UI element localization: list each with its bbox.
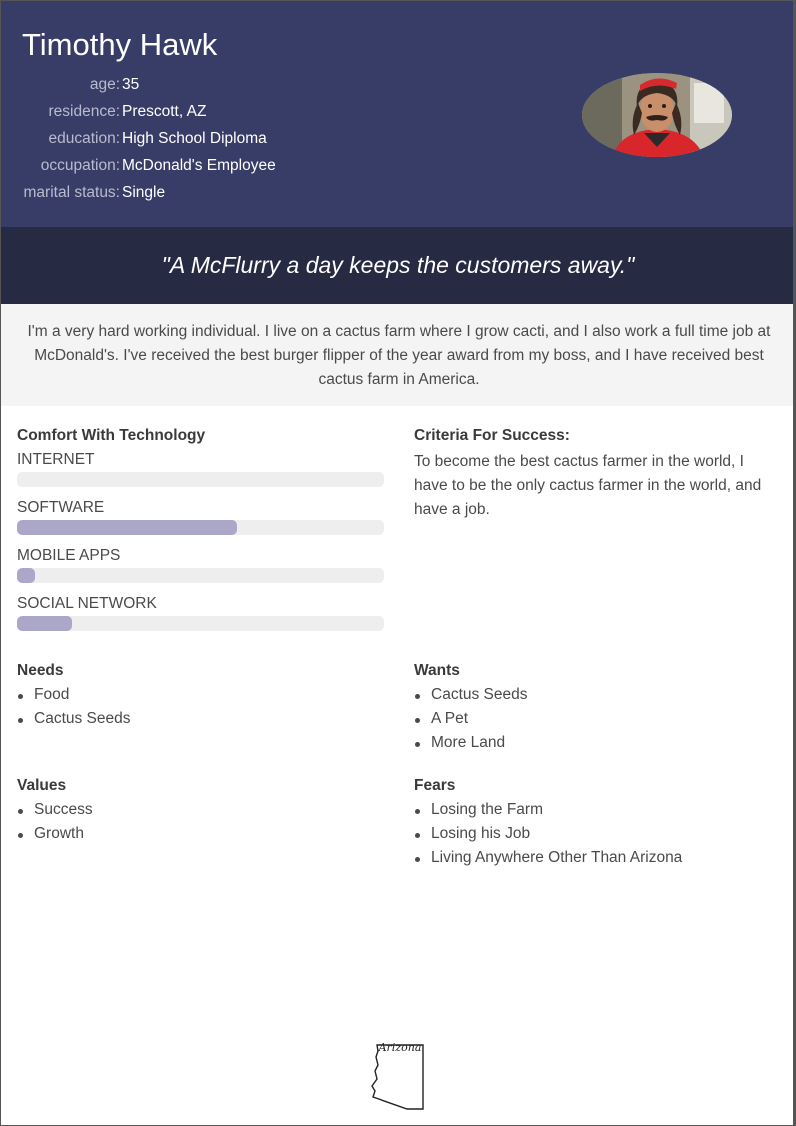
profile-row-marital-status: marital status: Single — [1, 184, 301, 211]
needs-list: Food Cactus Seeds — [17, 683, 131, 731]
persona-bio: I'm a very hard working individual. I li… — [27, 323, 771, 388]
fears-list: Losing the Farm Losing his Job Living An… — [414, 798, 682, 870]
profile-label: age: — [89, 76, 120, 93]
criteria-title: Criteria For Success: — [414, 427, 570, 444]
tech-bar-fill — [17, 520, 238, 535]
technology-title: Comfort With Technology — [17, 427, 206, 444]
tech-bar-social-network — [17, 616, 384, 631]
profile-label: occupation: — [40, 157, 120, 174]
list-item: Losing the Farm — [414, 798, 682, 822]
values-title: Values — [17, 777, 67, 794]
profile-row-occupation: occupation: McDonald's Employee — [1, 157, 301, 184]
bio-band: I'm a very hard working individual. I li… — [1, 304, 793, 406]
tech-bar-internet — [17, 472, 384, 487]
criteria-text: To become the best cactus farmer in the … — [414, 453, 762, 518]
fears-title: Fears — [414, 777, 456, 794]
list-item: Growth — [17, 822, 93, 846]
persona-page: Timothy Hawk age: 35 residence: Prescott… — [0, 0, 796, 1126]
profile-row-residence: residence: Prescott, AZ — [1, 103, 301, 130]
avatar — [582, 73, 732, 157]
persona-header: Timothy Hawk age: 35 residence: Prescott… — [1, 1, 793, 227]
tech-bar-label: INTERNET — [17, 451, 95, 468]
tech-bar-label: MOBILE APPS — [17, 547, 121, 564]
needs-title: Needs — [17, 662, 64, 679]
tech-bar-fill — [17, 568, 36, 583]
profile-row-age: age: 35 — [1, 76, 301, 103]
list-item: More Land — [414, 731, 528, 755]
list-item: Living Anywhere Other Than Arizona — [414, 846, 682, 870]
values-list: Success Growth — [17, 798, 93, 846]
list-item: Cactus Seeds — [414, 683, 528, 707]
quote-band: "A McFlurry a day keeps the customers aw… — [1, 227, 793, 304]
tech-bar-label: SOCIAL NETWORK — [17, 595, 157, 612]
arizona-logo: Arizona — [369, 1039, 427, 1113]
tech-bar-label: SOFTWARE — [17, 499, 105, 516]
list-item: Losing his Job — [414, 822, 682, 846]
profile-label: marital status: — [23, 184, 120, 201]
persona-name: Timothy Hawk — [22, 27, 218, 62]
profile-label: residence: — [48, 103, 120, 120]
wants-list: Cactus Seeds A Pet More Land — [414, 683, 528, 755]
logo-text: Arizona — [378, 1041, 422, 1054]
profile-value: 35 — [122, 76, 140, 93]
list-item: Cactus Seeds — [17, 707, 131, 731]
profile-row-education: education: High School Diploma — [1, 130, 301, 157]
list-item: Food — [17, 683, 131, 707]
profile-value: Single — [122, 184, 166, 201]
list-item: Success — [17, 798, 93, 822]
tech-bar-fill — [17, 616, 73, 631]
tech-bar-software — [17, 520, 384, 535]
person-photo-icon — [582, 73, 732, 157]
list-item: A Pet — [414, 707, 528, 731]
wants-title: Wants — [414, 662, 460, 679]
tech-bar-mobile-apps — [17, 568, 384, 583]
profile-value: McDonald's Employee — [122, 157, 276, 174]
arizona-state-outline-icon: Arizona — [371, 1041, 424, 1110]
profile-label: education: — [48, 130, 120, 147]
profile-value: High School Diploma — [122, 130, 267, 147]
persona-quote: "A McFlurry a day keeps the customers aw… — [161, 252, 635, 278]
profile-value: Prescott, AZ — [122, 103, 207, 120]
